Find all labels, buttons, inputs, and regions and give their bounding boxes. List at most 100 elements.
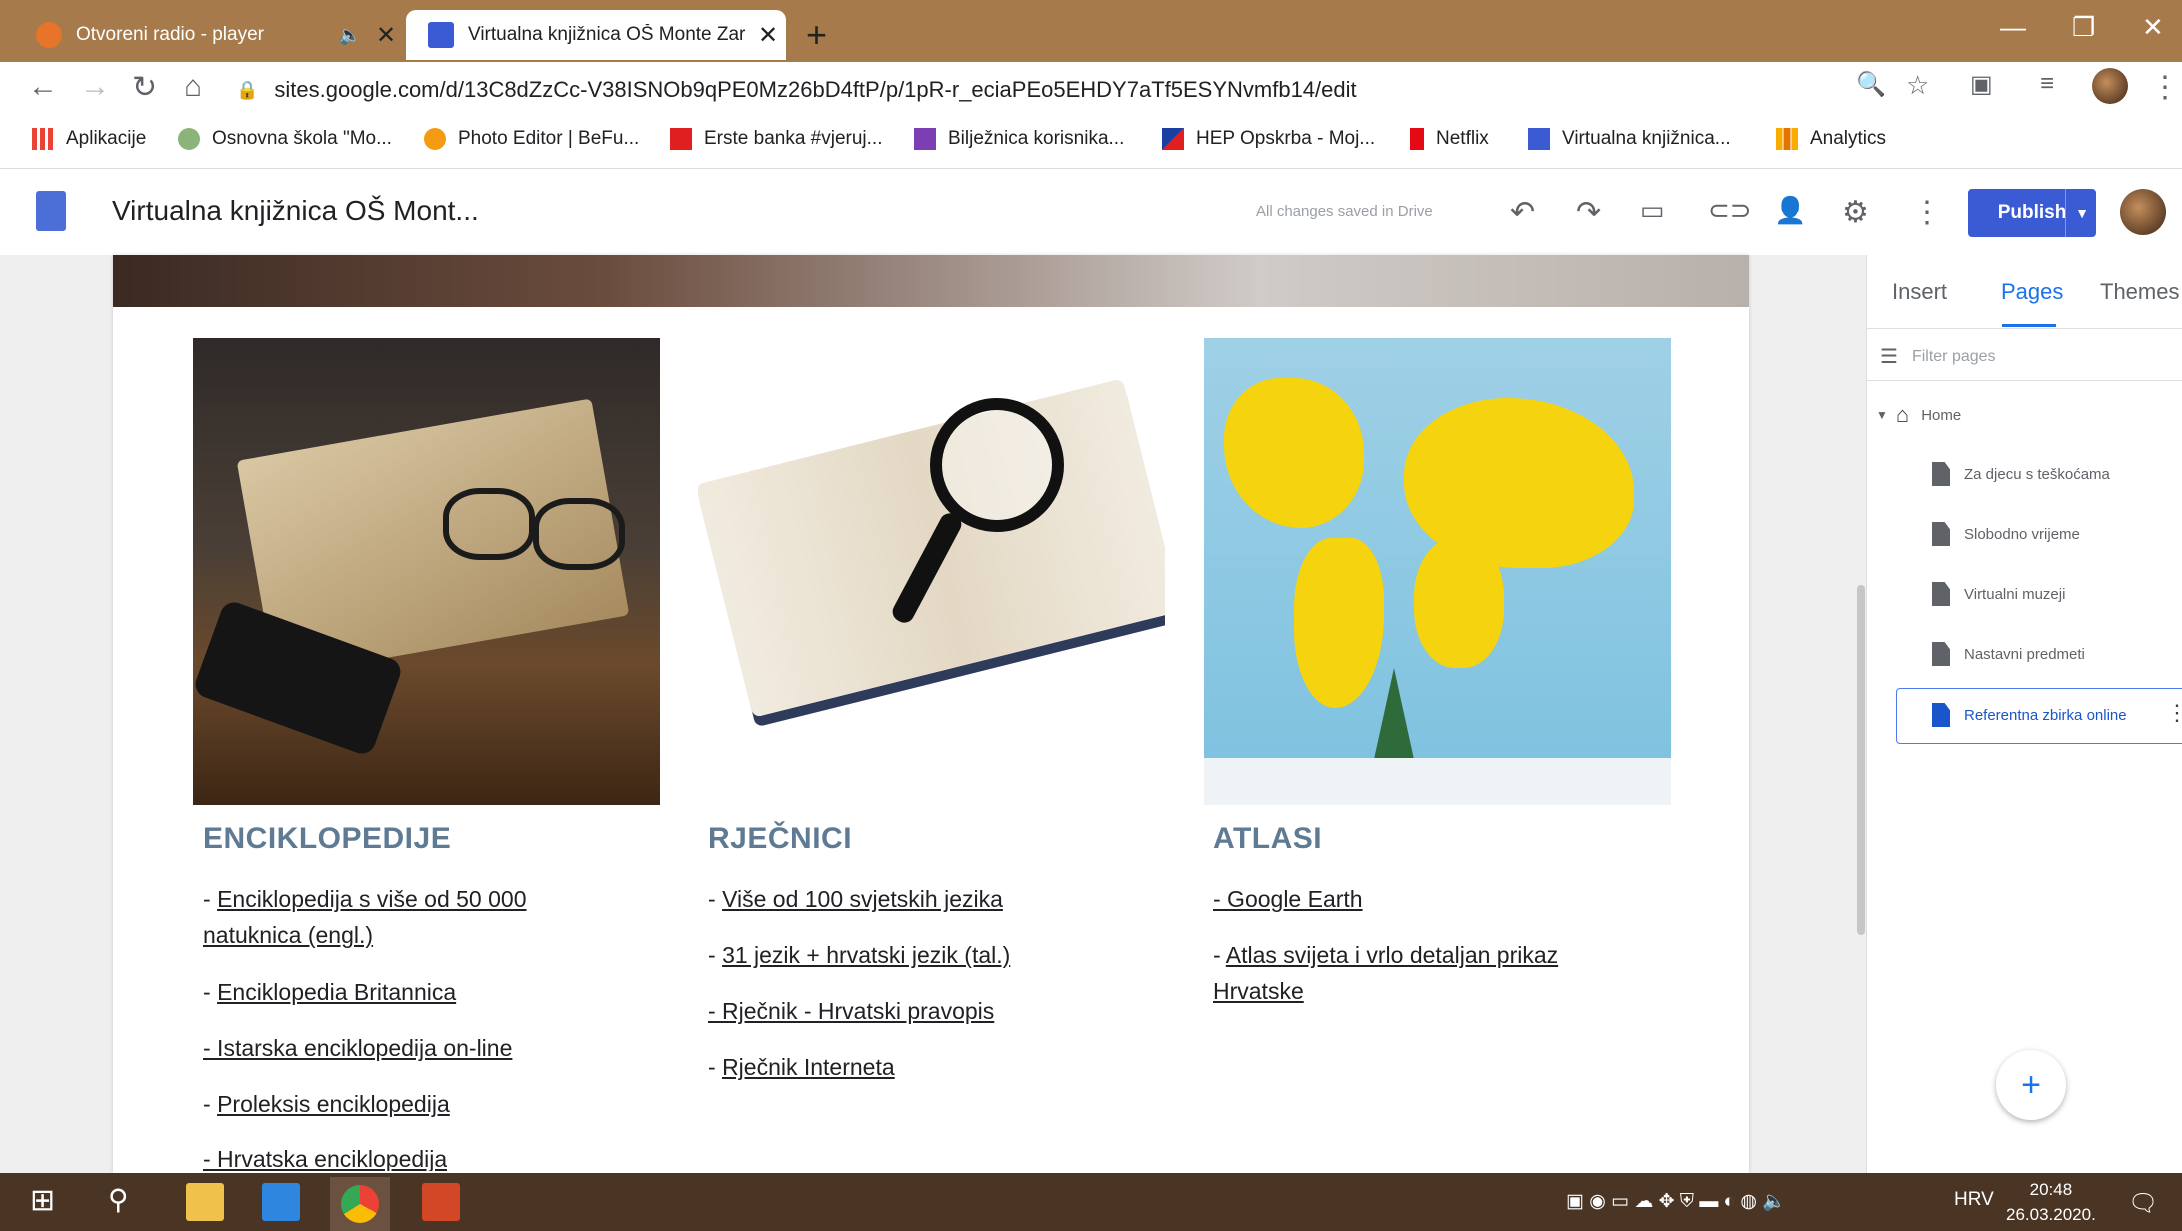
new-tab-icon[interactable]: + — [806, 14, 827, 56]
google-sites-logo-icon[interactable] — [36, 191, 66, 231]
tab-otvoreni-radio[interactable]: Otvoreni radio - player 🔈 ✕ — [14, 10, 404, 60]
chrome-taskbar-slot[interactable] — [330, 1177, 390, 1231]
link-enciklopedija-50000[interactable]: - Enciklopedija s više od 50 000 natukni… — [203, 881, 583, 953]
preview-devices-icon[interactable]: ▭ — [1640, 195, 1665, 226]
link-text[interactable]: Više od 100 svjetskih jezika — [722, 886, 1003, 912]
bookmark-osnovna-skola[interactable]: Osnovna škola "Mo... — [178, 128, 392, 150]
link-rjecnik-interneta[interactable]: - Rječnik Interneta — [708, 1049, 895, 1085]
close-tab-icon[interactable]: ✕ — [368, 21, 404, 50]
page-doc-icon — [1932, 522, 1950, 546]
close-window-icon[interactable]: ✕ — [2142, 12, 2164, 43]
link-text[interactable]: - Istarska enciklopedija on-line — [203, 1035, 512, 1061]
extension-icon[interactable]: ▣ — [1970, 70, 1993, 99]
account-avatar[interactable] — [2120, 189, 2166, 235]
filter-icon: ☰ — [1880, 346, 1898, 368]
bookmark-netflix[interactable]: Netflix — [1410, 128, 1489, 150]
bookmark-biljeznica[interactable]: Bilježnica korisnika... — [914, 128, 1124, 150]
tab-insert[interactable]: Insert — [1892, 279, 1947, 305]
add-page-button[interactable]: + — [1996, 1050, 2066, 1120]
link-100-svjetskih-jezika[interactable]: - Više od 100 svjetskih jezika — [708, 881, 1003, 917]
publish-options-chevron-icon[interactable]: ▼ — [2065, 189, 2098, 237]
forward-icon[interactable]: → — [80, 70, 110, 104]
share-add-person-icon[interactable]: 👤 — [1774, 195, 1806, 226]
reload-icon[interactable]: ↻ — [132, 70, 157, 105]
link-atlas-svijeta[interactable]: - Atlas svijeta i vrlo detaljan prikaz H… — [1213, 937, 1613, 1009]
link-text[interactable]: 31 jezik + hrvatski jezik (tal.) — [722, 942, 1010, 968]
more-options-icon[interactable]: ⋮ — [1912, 195, 1942, 230]
home-icon: ⌂ — [1895, 402, 1910, 427]
link-text[interactable]: Atlas svijeta i vrlo detaljan prikaz Hrv… — [1213, 942, 1558, 1004]
panel-divider — [1866, 380, 2182, 381]
bookmark-label: Virtualna knjižnica... — [1562, 128, 1731, 149]
bookmark-analytics[interactable]: Analytics — [1776, 128, 1886, 150]
redo-icon[interactable]: ↷ — [1576, 195, 1601, 230]
link-text[interactable]: - Hrvatska enciklopedija — [203, 1146, 447, 1171]
page-item-virtualni-muzeji[interactable]: Virtualni muzeji — [1932, 582, 2065, 606]
bookmark-virtualna-knjiznica[interactable]: Virtualna knjižnica... — [1528, 128, 1731, 150]
page-item-za-djecu[interactable]: Za djecu s teškoćama — [1932, 462, 2110, 486]
settings-gear-icon[interactable]: ⚙ — [1842, 195, 1869, 230]
zoom-icon[interactable]: 🔍 — [1856, 70, 1886, 99]
link-text[interactable]: - Google Earth — [1213, 886, 1363, 912]
powerpoint-icon[interactable] — [422, 1183, 460, 1221]
link-text[interactable]: Proleksis enciklopedija — [217, 1091, 450, 1117]
copy-link-icon[interactable]: ⊂⊃ — [1708, 195, 1752, 226]
restore-icon[interactable]: ❐ — [2072, 12, 2095, 43]
site-title[interactable]: Virtualna knjižnica OŠ Mont... — [112, 195, 479, 227]
tab-label: Otvoreni radio - player — [76, 24, 264, 45]
erste-icon — [670, 128, 692, 150]
panel-divider — [1866, 328, 2182, 329]
undo-icon[interactable]: ↶ — [1510, 195, 1535, 230]
link-istarska-enciklopedija[interactable]: - Istarska enciklopedija on-line — [203, 1030, 512, 1066]
bookmark-label: Bilježnica korisnika... — [948, 128, 1125, 149]
link-google-earth[interactable]: - Google Earth — [1213, 881, 1363, 917]
page-options-icon[interactable]: ⋮ — [2166, 700, 2182, 726]
back-icon[interactable]: ← — [28, 70, 58, 104]
search-icon[interactable]: ⚲ — [108, 1183, 146, 1221]
page-item-nastavni-predmeti[interactable]: Nastavni predmeti — [1932, 642, 2085, 666]
link-text[interactable]: - Rječnik - Hrvatski pravopis — [708, 998, 994, 1024]
bookmark-star-icon[interactable]: ☆ — [1906, 70, 1929, 101]
bookmark-hep-opskrba[interactable]: HEP Opskrba - Moj... — [1162, 128, 1375, 150]
address-bar[interactable]: 🔒 sites.google.com/d/13C8dZzCc-V38ISNOb9… — [236, 70, 1886, 110]
close-tab-icon[interactable]: ✕ — [750, 21, 786, 50]
link-text[interactable]: Enciklopedia Britannica — [217, 979, 456, 1005]
chrome-menu-icon[interactable]: ⋮ — [2150, 70, 2180, 105]
page-label: Home — [1921, 406, 1962, 424]
mail-icon[interactable] — [262, 1183, 300, 1221]
tray-icons[interactable]: ▣ ◉ ▭ ☁ ✥ ⛨ ▬ ◐ ◍ 🔈 — [1566, 1189, 1786, 1213]
page-item-home[interactable]: ▼ ⌂ Home — [1876, 402, 1961, 428]
filter-pages-input[interactable]: ☰ Filter pages — [1880, 344, 1996, 369]
link-hrvatski-pravopis[interactable]: - Rječnik - Hrvatski pravopis — [708, 993, 994, 1029]
windows-start-icon[interactable]: ⊞ — [30, 1183, 68, 1221]
minimize-icon[interactable]: — — [2000, 12, 2026, 43]
file-explorer-icon[interactable] — [186, 1183, 224, 1221]
link-text[interactable]: Enciklopedija s više od 50 000 natuknica… — [203, 886, 526, 948]
link-proleksis-enciklopedija[interactable]: - Proleksis enciklopedija — [203, 1086, 450, 1122]
system-clock[interactable]: 20:48 26.03.2020. — [2006, 1177, 2096, 1227]
tab-themes[interactable]: Themes — [2100, 279, 2179, 305]
mute-icon[interactable]: 🔈 — [332, 25, 368, 46]
canvas-scrollbar[interactable] — [1857, 585, 1865, 935]
profile-avatar[interactable] — [2092, 68, 2128, 104]
page-item-slobodno-vrijeme[interactable]: Slobodno vrijeme — [1932, 522, 2080, 546]
link-text[interactable]: Rječnik Interneta — [722, 1054, 895, 1080]
link-enciklopedia-britannica[interactable]: - Enciklopedia Britannica — [203, 974, 456, 1010]
bookmark-aplikacije[interactable]: Aplikacije — [32, 128, 146, 150]
language-indicator[interactable]: HRV — [1954, 1189, 1994, 1211]
bookmark-erste-banka[interactable]: Erste banka #vjeruj... — [670, 128, 882, 150]
media-queue-icon[interactable]: ≡ — [2040, 70, 2054, 98]
link-hrvatska-enciklopedija[interactable]: - Hrvatska enciklopedija — [203, 1141, 447, 1171]
netflix-icon — [1410, 128, 1424, 150]
home-icon[interactable]: ⌂ — [184, 70, 202, 104]
notifications-icon[interactable]: 🗨 — [2128, 1189, 2158, 1218]
bookmark-photo-editor[interactable]: Photo Editor | BeFu... — [424, 128, 639, 150]
tab-pages[interactable]: Pages — [2001, 279, 2063, 305]
active-tab-indicator — [2002, 324, 2056, 327]
expand-caret-icon[interactable]: ▼ — [1876, 408, 1888, 422]
link-prefix: - — [1213, 942, 1226, 968]
link-31-jezik[interactable]: - 31 jezik + hrvatski jezik (tal.) — [708, 937, 1010, 973]
filter-placeholder: Filter pages — [1911, 347, 1996, 365]
page-item-referentna-zbirka[interactable]: Referentna zbirka online — [1932, 703, 2127, 727]
tab-virtualna-knjiznica[interactable]: Virtualna knjižnica OŠ Monte Zar ✕ — [406, 10, 786, 60]
